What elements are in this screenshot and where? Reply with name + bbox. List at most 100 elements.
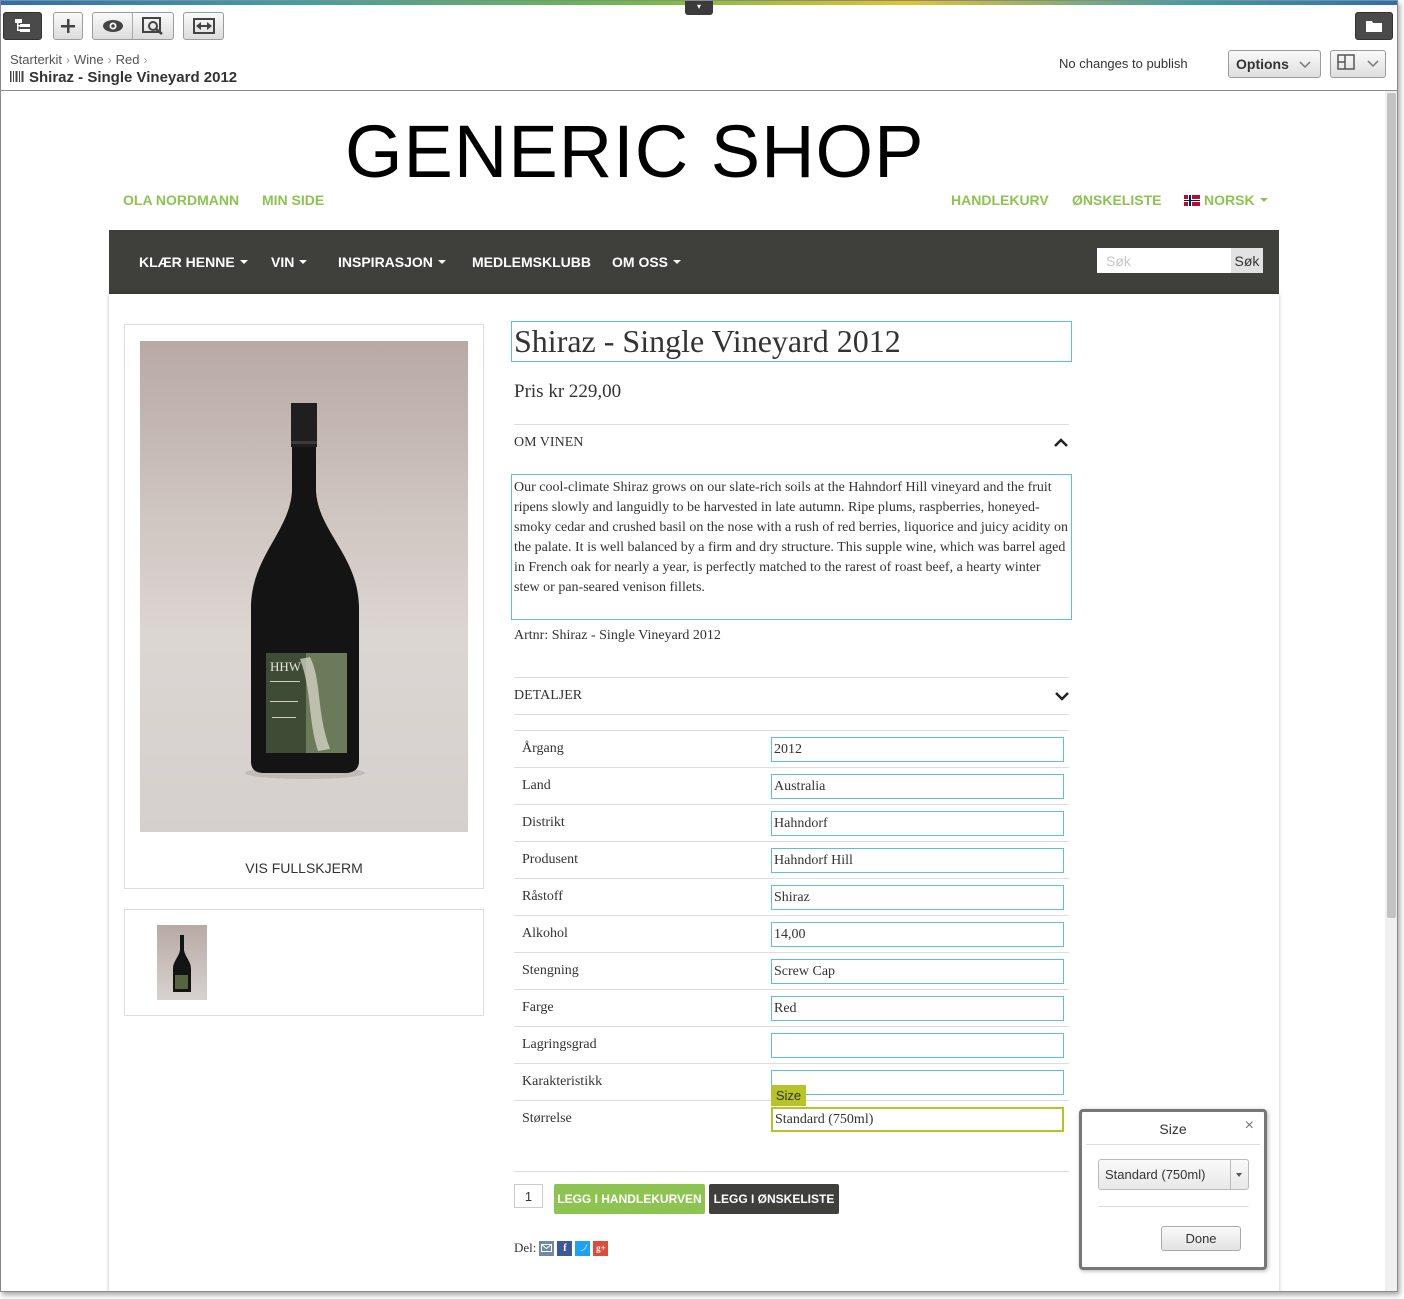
norway-flag-icon — [1184, 195, 1200, 206]
add-to-wishlist-button[interactable]: LEGG I ØNSKELISTE — [709, 1184, 839, 1214]
language-label: NORSK — [1204, 192, 1255, 208]
folder-icon — [1365, 19, 1383, 33]
chevron-down-icon[interactable] — [1055, 688, 1069, 706]
dialog-title: Size — [1159, 1121, 1187, 1137]
nav-item-label: MEDLEMSKLUBB — [472, 254, 591, 270]
chevron-right-icon: › — [143, 52, 148, 67]
options-button[interactable]: Options — [1228, 50, 1321, 78]
browser-frame: ▾ Starterkit › Wine › Red › Shiraz - Sin… — [0, 0, 1398, 1292]
size-select[interactable]: Standard (750ml) — [1098, 1159, 1249, 1190]
divider — [514, 714, 1069, 715]
topnav-my-page-link[interactable]: MIN SIDE — [262, 192, 324, 208]
breadcrumb-item[interactable]: Wine — [74, 52, 104, 67]
spec-label: Årgang — [522, 741, 564, 756]
dropdown-arrow-icon[interactable] — [1230, 1160, 1248, 1189]
topnav-user-link[interactable]: OLA NORDMANN — [123, 192, 239, 208]
view-toggle-group — [92, 12, 174, 40]
spec-value-producer[interactable]: Hahndorf Hill — [771, 848, 1064, 873]
chevron-right-icon: › — [66, 52, 71, 67]
nav-item-label: OM OSS — [612, 254, 669, 270]
spec-value-country[interactable]: Australia — [771, 774, 1064, 799]
eye-icon — [102, 19, 124, 33]
table-row: Farge Red — [514, 989, 1069, 1026]
publish-status: No changes to publish — [1059, 56, 1188, 71]
size-property-tag[interactable]: Size — [771, 1085, 806, 1106]
about-wine-heading[interactable]: OM VINEN — [514, 435, 583, 451]
nav-item-about[interactable]: OM OSS — [612, 254, 682, 270]
spec-label: Distrikt — [522, 815, 565, 830]
spec-value-storage[interactable] — [771, 1033, 1064, 1058]
add-to-cart-button[interactable]: LEGG I HANDLEKURVEN — [554, 1184, 705, 1214]
topnav-wishlist-link[interactable]: ØNSKELISTE — [1072, 192, 1161, 208]
compare-view-button[interactable] — [133, 13, 173, 39]
breadcrumb-item[interactable]: Starterkit — [10, 52, 62, 67]
caret-down-icon — [437, 260, 446, 264]
site-logo[interactable]: GENERIC SHOP — [345, 109, 924, 194]
spec-value-size[interactable]: Standard (750ml) — [771, 1107, 1064, 1132]
nav-item-wine[interactable]: VIN — [271, 254, 308, 270]
spec-value-closure[interactable]: Screw Cap — [771, 959, 1064, 984]
chevron-up-icon[interactable] — [1054, 435, 1068, 453]
language-selector[interactable]: NORSK — [1184, 192, 1268, 208]
chevron-down-icon — [1299, 56, 1311, 72]
topnav-cart-link[interactable]: HANDLEKURV — [951, 192, 1049, 208]
google-plus-icon[interactable]: g+ — [593, 1240, 609, 1256]
barcode-icon — [10, 69, 24, 86]
close-icon[interactable]: × — [1245, 1117, 1254, 1135]
size-edit-dialog: Size × Standard (750ml) Done — [1079, 1109, 1267, 1270]
product-image-box: HHW VIS FULLSKJERM — [124, 324, 484, 889]
spec-value-color[interactable]: Red — [771, 996, 1064, 1021]
compare-button[interactable] — [183, 12, 224, 40]
page-tree-icon — [14, 18, 32, 34]
page-title: Shiraz - Single Vineyard 2012 — [10, 69, 237, 86]
caret-down-icon — [299, 260, 308, 264]
done-button[interactable]: Done — [1161, 1226, 1241, 1251]
nav-item-label: INSPIRASJON — [338, 254, 433, 270]
divider — [514, 677, 1069, 678]
table-row: Distrikt Hahndorf — [514, 804, 1069, 841]
chevron-right-icon: › — [107, 52, 112, 67]
plus-icon — [60, 18, 76, 34]
compare-arrows-icon — [192, 18, 215, 34]
search-button[interactable]: Søk — [1231, 248, 1263, 273]
nav-item-membership[interactable]: MEDLEMSKLUBB — [472, 254, 591, 270]
toolbar-divider — [1, 90, 1397, 91]
spec-value-vintage[interactable]: 2012 — [771, 737, 1064, 762]
layout-columns-icon — [1337, 53, 1355, 75]
wine-bottle-thumbnail-illustration — [173, 935, 191, 992]
facebook-icon[interactable]: f — [557, 1240, 573, 1256]
main-navigation: KLÆR HENNE VIN INSPIRASJON MEDLEMSKLUBB … — [109, 230, 1279, 294]
spec-value-alcohol[interactable]: 14,00 — [771, 922, 1064, 947]
add-button[interactable] — [53, 12, 83, 40]
table-row: Produsent Hahndorf Hill — [514, 841, 1069, 878]
email-share-icon[interactable] — [539, 1240, 555, 1256]
spec-label: Lagringsgrad — [522, 1037, 597, 1052]
product-title[interactable]: Shiraz - Single Vineyard 2012 — [511, 321, 1072, 362]
nav-item-clothes[interactable]: KLÆR HENNE — [139, 254, 248, 270]
scrollbar-thumb[interactable] — [1387, 93, 1396, 918]
breadcrumb-item[interactable]: Red — [116, 52, 140, 67]
nav-item-inspiration[interactable]: INSPIRASJON — [338, 254, 446, 270]
product-image[interactable]: HHW — [140, 341, 468, 832]
spec-value-characteristic[interactable] — [771, 1070, 1064, 1095]
search-input[interactable] — [1097, 248, 1231, 273]
divider — [1098, 1206, 1249, 1207]
caret-down-icon — [239, 260, 248, 264]
preview-eye-button[interactable] — [93, 13, 133, 39]
size-select-value: Standard (750ml) — [1105, 1167, 1206, 1182]
quantity-input[interactable] — [514, 1184, 543, 1208]
spec-value-district[interactable]: Hahndorf — [771, 811, 1064, 836]
page-tree-button[interactable] — [3, 12, 42, 40]
twitter-icon[interactable] — [575, 1240, 591, 1256]
details-heading[interactable]: DETALJER — [514, 688, 582, 704]
table-row: Alkohol 14,00 — [514, 915, 1069, 952]
product-thumbnail[interactable] — [157, 925, 207, 1000]
caret-down-icon — [1259, 198, 1268, 202]
layout-toggle-button[interactable] — [1330, 50, 1386, 78]
fullscreen-link[interactable]: VIS FULLSKJERM — [125, 860, 483, 876]
assets-button[interactable] — [1355, 12, 1393, 40]
spec-value-grape[interactable]: Shiraz — [771, 885, 1064, 910]
toolbar-pull-tab[interactable]: ▾ — [685, 1, 713, 15]
product-description[interactable]: Our cool-climate Shiraz grows on our sla… — [511, 474, 1072, 620]
divider — [514, 1171, 1069, 1172]
